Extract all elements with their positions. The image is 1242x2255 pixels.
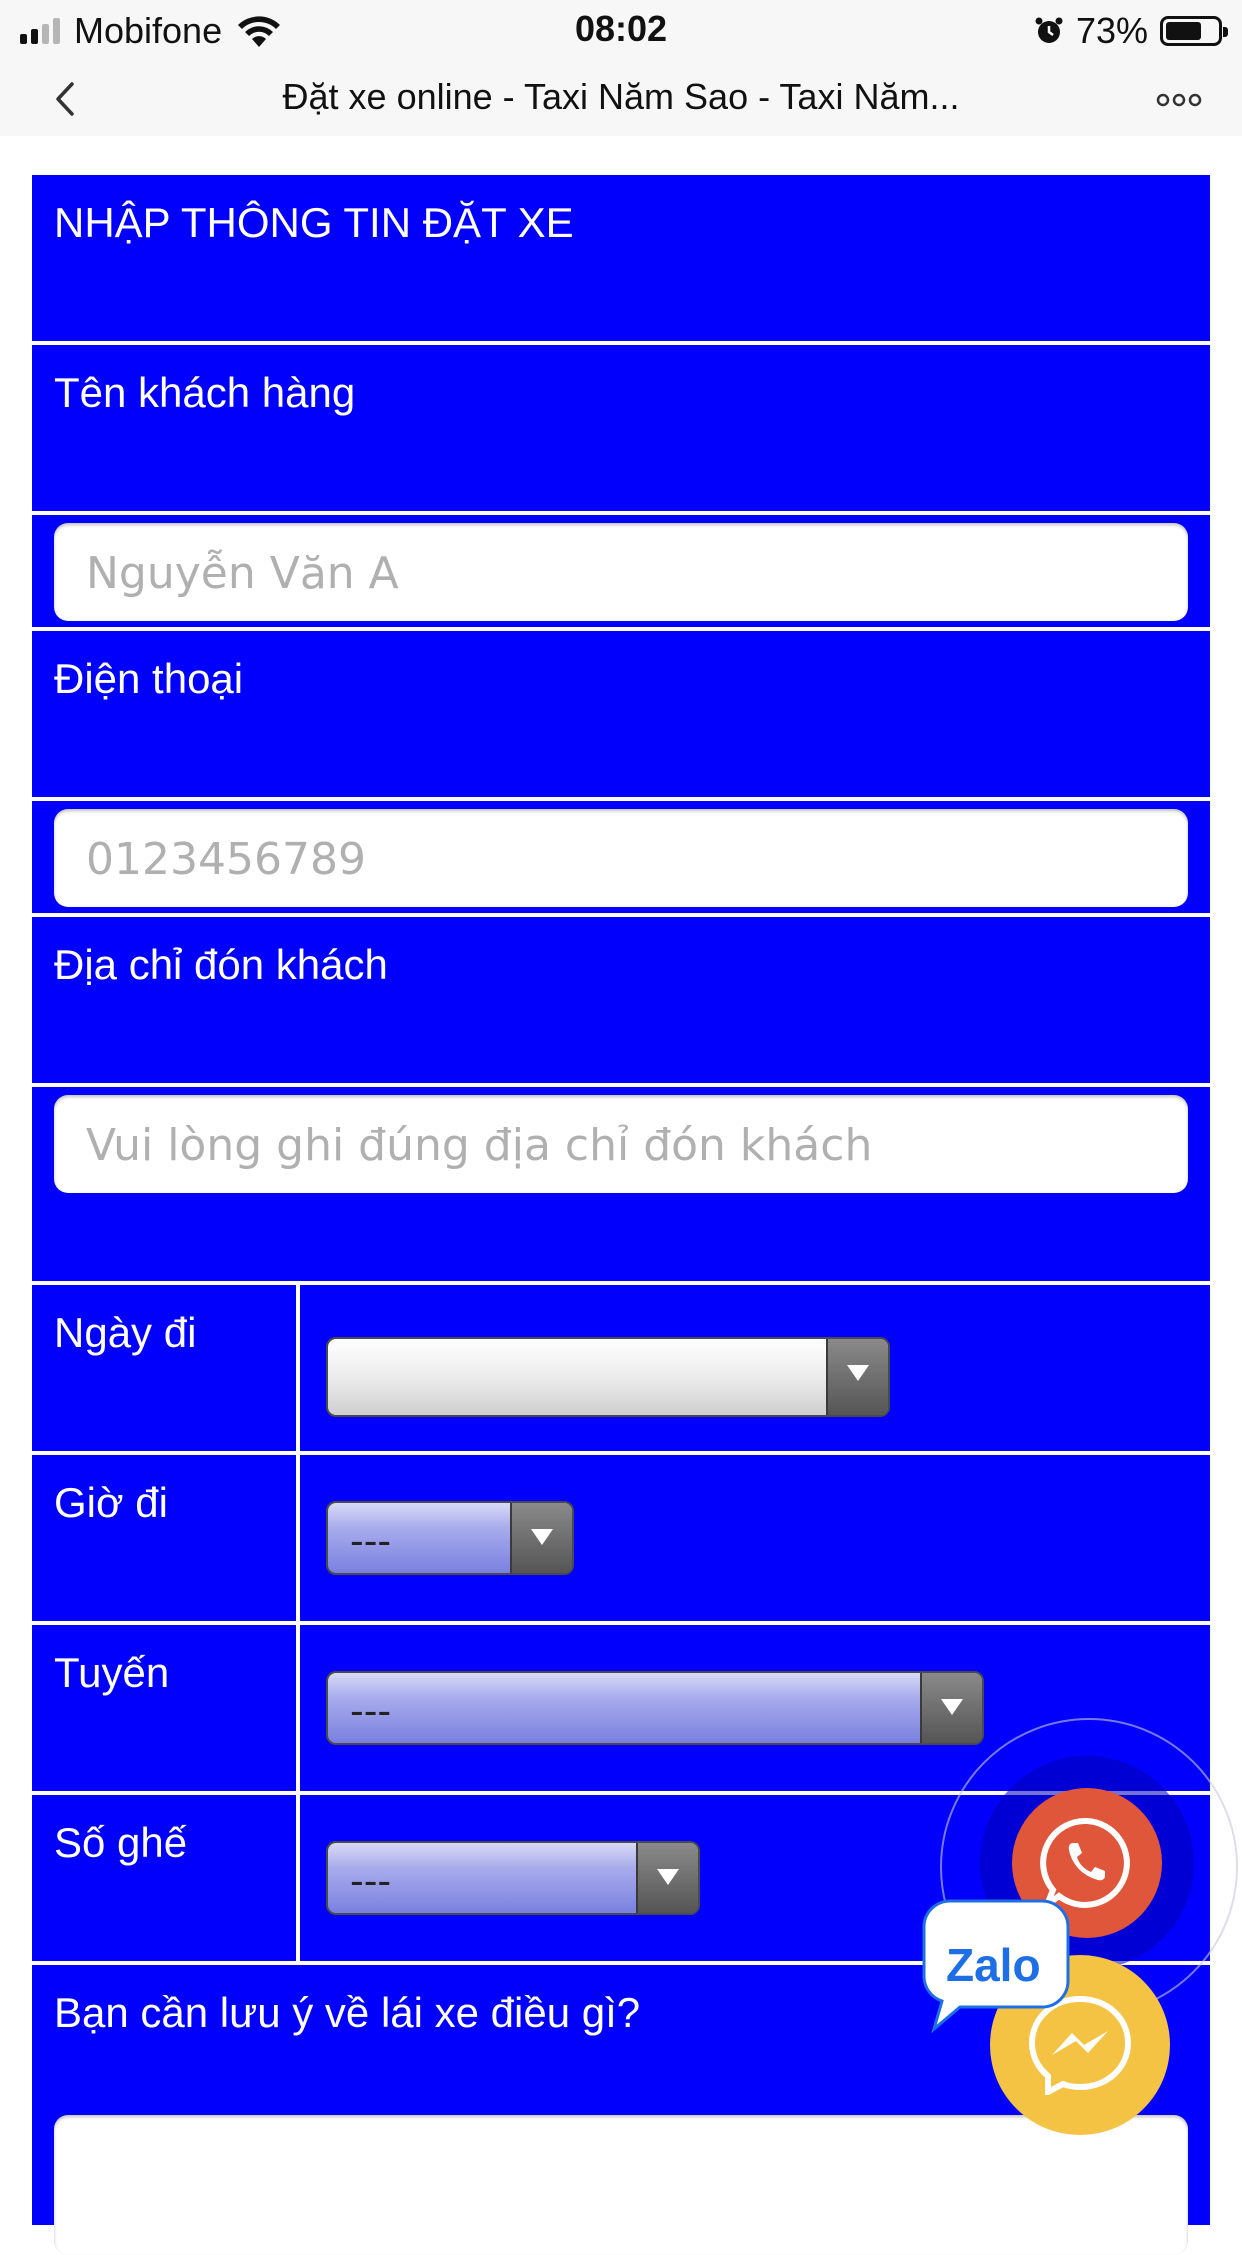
pickup-field [54,1095,1188,1195]
seats-select[interactable]: --- [326,1841,700,1915]
pickup-label-row: Địa chỉ đón khách [32,917,1210,1083]
date-select[interactable] [326,1337,890,1417]
date-label: Ngày đi [54,1309,197,1356]
chevron-down-icon [636,1843,698,1913]
time-row: Giờ đi --- [32,1455,1210,1621]
customer-name-field [54,523,1188,623]
time-select-value: --- [350,1519,392,1563]
customer-name-input[interactable] [84,523,1168,623]
phone-field [54,809,1188,909]
alarm-icon [1035,17,1063,43]
note-field[interactable] [54,2115,1188,2255]
form-header-row: NHẬP THÔNG TIN ĐẶT XE [32,175,1210,341]
phone-input-row [32,801,1210,913]
chevron-down-icon [826,1339,888,1415]
time-label: Giờ đi [54,1479,168,1526]
pickup-input-row [32,1087,1210,1281]
pickup-address-input[interactable] [84,1095,1168,1195]
status-bar: Mobifone 08:02 73% [0,0,1242,62]
page-title: Đặt xe online - Taxi Năm Sao - Taxi Năm.… [282,76,960,117]
chevron-down-icon [920,1673,982,1743]
customer-name-input-row [32,515,1210,627]
time-select[interactable]: --- [326,1501,574,1575]
battery-percent: 73% [1075,10,1148,51]
chevron-left-icon[interactable] [48,76,88,122]
status-right: 73% [1034,10,1228,52]
more-horizontal-icon[interactable] [1156,92,1202,108]
customer-name-label-row: Tên khách hàng [32,345,1210,511]
form-header: NHẬP THÔNG TIN ĐẶT XE [54,199,574,246]
seats-label: Số ghế [54,1819,188,1866]
customer-name-label: Tên khách hàng [54,369,356,416]
phone-label: Điện thoại [54,655,244,702]
phone-label-row: Điện thoại [32,631,1210,797]
date-row: Ngày đi [32,1285,1210,1451]
pickup-label: Địa chỉ đón khách [54,941,388,988]
seats-select-value: --- [350,1859,392,1903]
route-label: Tuyến [54,1649,170,1696]
route-select[interactable]: --- [326,1671,984,1745]
route-select-value: --- [350,1689,392,1733]
nav-bar: Đặt xe online - Taxi Năm Sao - Taxi Năm.… [0,62,1242,136]
phone-input[interactable] [84,809,1168,909]
battery-icon [1160,16,1228,46]
zalo-label: Zalo [946,1939,1041,1991]
battery-fill [1166,22,1201,40]
chevron-down-icon [510,1503,572,1573]
note-label: Bạn cần lưu ý về lái xe điều gì? [54,1989,641,2036]
